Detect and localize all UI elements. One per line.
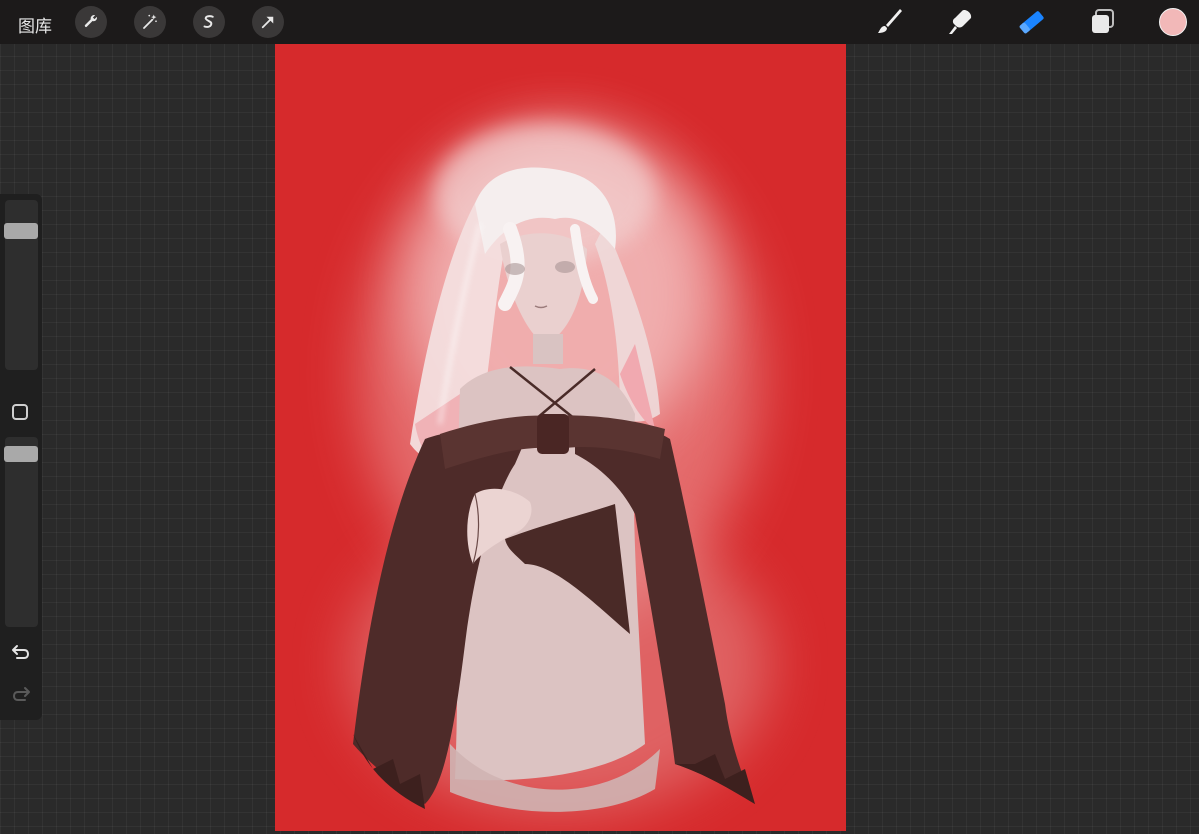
brush-icon [878, 9, 902, 33]
drawing-canvas[interactable] [275, 44, 846, 831]
undo-icon [12, 645, 30, 659]
top-toolbar: 图库 [0, 0, 1199, 44]
wrench-icon [84, 15, 97, 28]
smudge-icon [949, 10, 972, 34]
gallery-button[interactable]: 图库 [18, 12, 52, 37]
selection-icon [203, 15, 214, 28]
brush-size-thumb[interactable] [4, 223, 38, 240]
actions-button[interactable] [75, 6, 107, 38]
eraser-tool[interactable] [1016, 6, 1048, 38]
layers-icon [1092, 9, 1114, 33]
opacity-slider[interactable] [4, 437, 38, 627]
opacity-thumb[interactable] [4, 445, 38, 462]
selection-button[interactable] [193, 6, 225, 38]
layers-tool[interactable] [1087, 6, 1119, 38]
left-sidebar [0, 194, 42, 720]
undo-button[interactable] [9, 641, 33, 665]
redo-button[interactable] [9, 683, 33, 707]
redo-icon [12, 687, 30, 701]
artwork [350, 124, 770, 814]
brush-size-slider[interactable] [4, 200, 38, 370]
modify-button[interactable] [12, 404, 28, 420]
adjustments-button[interactable] [134, 6, 166, 38]
brush-tool[interactable] [873, 6, 905, 38]
transform-button[interactable] [252, 6, 284, 38]
transform-arrow-icon [261, 16, 274, 29]
color-swatch[interactable] [1159, 8, 1187, 36]
eraser-icon [1019, 11, 1044, 34]
magic-wand-icon [143, 14, 157, 29]
smudge-tool[interactable] [944, 6, 976, 38]
